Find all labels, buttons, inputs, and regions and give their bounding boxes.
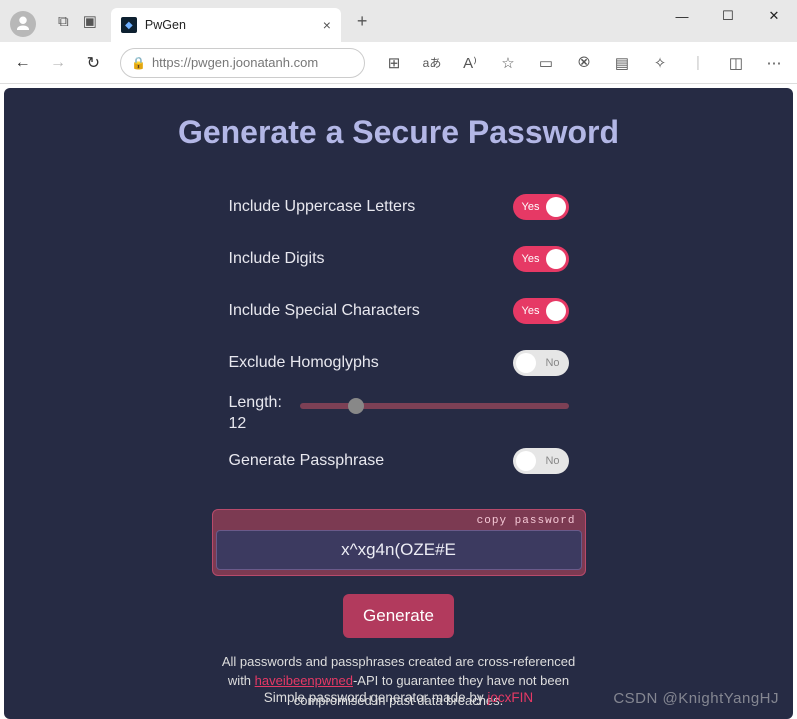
separator: |	[683, 48, 713, 78]
uppercase-toggle[interactable]: Yes	[513, 194, 569, 220]
translate-icon[interactable]: aあ	[417, 48, 447, 78]
toggle-knob	[516, 451, 536, 471]
length-slider[interactable]	[300, 403, 569, 409]
maximize-button[interactable]: ☐	[705, 0, 751, 32]
apps-icon[interactable]: ⊞	[379, 48, 409, 78]
cast-icon[interactable]: ▭	[531, 48, 561, 78]
option-label: Generate Passphrase	[229, 452, 385, 470]
option-uppercase: Include Uppercase Letters Yes	[229, 181, 569, 233]
tab-actions-icon[interactable]: ▣	[83, 12, 97, 30]
passphrase-toggle[interactable]: No	[513, 448, 569, 474]
password-box: copy password x^xg4n(OZE#E	[212, 509, 586, 576]
minimize-button[interactable]: —	[659, 0, 705, 32]
option-homoglyphs: Exclude Homoglyphs No	[229, 337, 569, 389]
option-label: Include Uppercase Letters	[229, 198, 416, 216]
hibp-link[interactable]: haveibeenpwned	[255, 673, 353, 688]
titlebar-icons: ⧉ ▣	[58, 12, 97, 30]
homoglyphs-toggle[interactable]: No	[513, 350, 569, 376]
url-text: https://pwgen.joonatanh.com	[152, 55, 318, 70]
option-passphrase: Generate Passphrase No	[229, 435, 569, 487]
digits-toggle[interactable]: Yes	[513, 246, 569, 272]
close-tab-button[interactable]: ×	[323, 17, 331, 33]
special-toggle[interactable]: Yes	[513, 298, 569, 324]
profile-avatar[interactable]	[10, 11, 36, 37]
toggle-knob	[546, 249, 566, 269]
toggle-knob	[546, 197, 566, 217]
address-bar[interactable]: 🔒 https://pwgen.joonatanh.com	[120, 48, 365, 78]
option-special: Include Special Characters Yes	[229, 285, 569, 337]
titlebar: ⧉ ▣ ◆ PwGen × + — ☐ ✕	[0, 0, 797, 42]
toggle-knob	[546, 301, 566, 321]
window-controls: — ☐ ✕	[659, 0, 797, 32]
options-panel: Include Uppercase Letters Yes Include Di…	[229, 181, 569, 487]
generate-button[interactable]: Generate	[343, 594, 454, 638]
length-value: 12	[229, 414, 282, 435]
author-link[interactable]: jocxFIN	[487, 690, 533, 705]
viewport: Generate a Secure Password Include Upper…	[0, 84, 797, 719]
more-icon[interactable]: ⋯	[759, 48, 789, 78]
blocker-icon[interactable]: ⮿	[569, 48, 599, 78]
option-label: Exclude Homoglyphs	[229, 354, 379, 372]
tab-title: PwGen	[145, 18, 315, 32]
browser-tab[interactable]: ◆ PwGen ×	[111, 8, 341, 42]
lock-icon: 🔒	[131, 56, 146, 70]
copy-password-button[interactable]: copy password	[216, 513, 582, 530]
option-label: Include Digits	[229, 250, 325, 268]
favicon: ◆	[121, 17, 137, 33]
toolbar: ← → ↻ 🔒 https://pwgen.joonatanh.com ⊞ aあ…	[0, 42, 797, 84]
close-window-button[interactable]: ✕	[751, 0, 797, 32]
slider-thumb[interactable]	[348, 398, 364, 414]
footer: Simple password generator made by jocxFI…	[4, 690, 793, 705]
forward-button: →	[43, 46, 72, 80]
workspaces-icon[interactable]: ⧉	[58, 13, 69, 30]
collections-icon[interactable]: ▤	[607, 48, 637, 78]
option-label: Include Special Characters	[229, 302, 420, 320]
reload-button[interactable]: ↻	[79, 46, 108, 80]
password-value[interactable]: x^xg4n(OZE#E	[216, 530, 582, 570]
option-digits: Include Digits Yes	[229, 233, 569, 285]
read-aloud-icon[interactable]: A⁾	[455, 48, 485, 78]
page-title: Generate a Secure Password	[4, 114, 793, 151]
split-icon[interactable]: ◫	[721, 48, 751, 78]
option-length: Length: 12	[229, 393, 569, 435]
extensions-icon[interactable]: ✧	[645, 48, 675, 78]
toolbar-right: ⊞ aあ A⁾ ☆ ▭ ⮿ ▤ ✧ | ◫ ⋯	[379, 48, 789, 78]
app: Generate a Secure Password Include Upper…	[4, 88, 793, 719]
back-button[interactable]: ←	[8, 46, 37, 80]
favorite-icon[interactable]: ☆	[493, 48, 523, 78]
new-tab-button[interactable]: +	[349, 7, 376, 36]
toggle-knob	[516, 353, 536, 373]
length-label: Length:	[229, 393, 282, 414]
slider-track	[300, 403, 569, 409]
